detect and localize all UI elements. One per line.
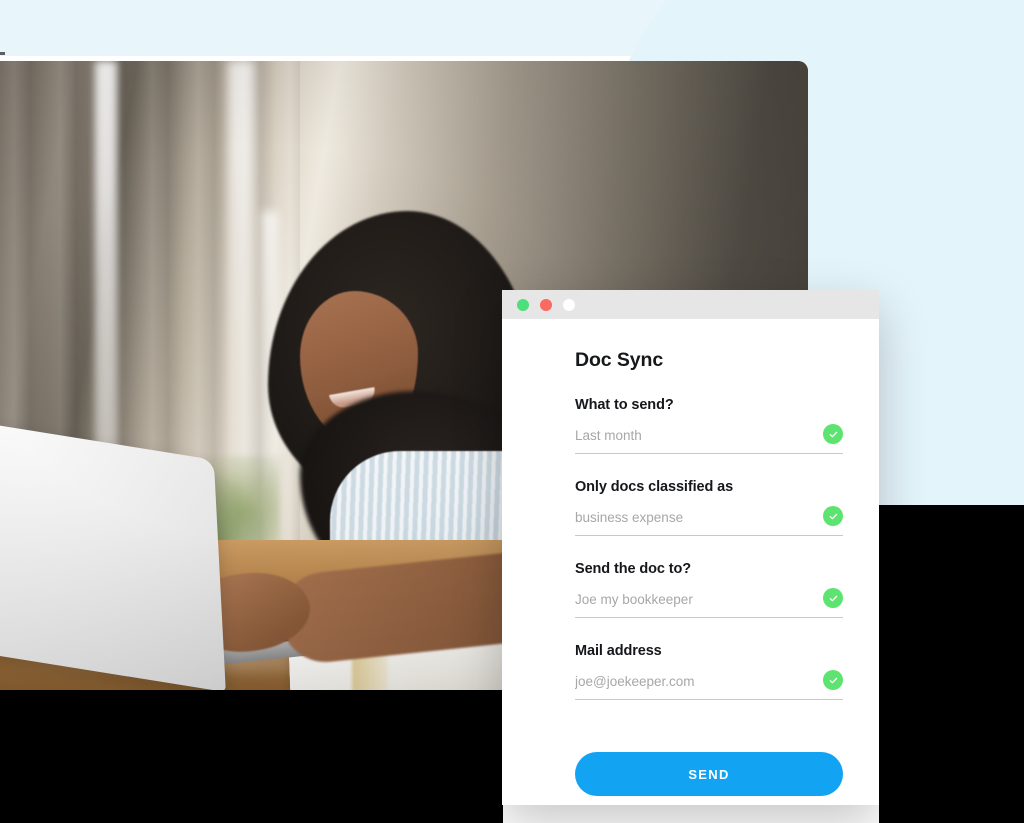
field-label: Only docs classified as: [575, 479, 734, 495]
window-titlebar: [502, 290, 879, 319]
field-send-doc-to: Send the doc to?: [575, 561, 843, 618]
minimize-dot[interactable]: [540, 298, 552, 311]
doc-sync-window: Doc Sync What to send? Only docs classif…: [502, 290, 879, 805]
field-label: Mail address: [575, 643, 662, 659]
field-row: [575, 506, 843, 536]
black-plate-bottom: [0, 690, 503, 823]
edge-notch: [0, 52, 5, 55]
check-icon: [823, 506, 843, 526]
field-what-to-send: What to send?: [575, 397, 843, 454]
check-icon: [823, 670, 843, 690]
classified-as-input[interactable]: [575, 509, 813, 525]
send-doc-to-input[interactable]: [575, 591, 813, 607]
field-classified-as: Only docs classified as: [575, 479, 843, 536]
field-row: [575, 670, 843, 700]
field-label: What to send?: [575, 397, 674, 413]
window-body: Doc Sync What to send? Only docs classif…: [502, 319, 879, 700]
field-row: [575, 588, 843, 618]
submit-area: SEND: [502, 725, 879, 796]
field-row: [575, 424, 843, 454]
send-button[interactable]: SEND: [575, 752, 843, 796]
check-icon: [823, 424, 843, 444]
field-label: Send the doc to?: [575, 561, 692, 577]
mail-address-input[interactable]: [575, 673, 813, 689]
screenshot-stage: Doc Sync What to send? Only docs classif…: [0, 0, 1024, 823]
maximize-dot[interactable]: [563, 298, 575, 311]
page-title: Doc Sync: [575, 349, 664, 371]
close-dot[interactable]: [517, 298, 529, 311]
what-to-send-input[interactable]: [575, 427, 813, 443]
field-mail-address: Mail address: [575, 643, 843, 700]
check-icon: [823, 588, 843, 608]
black-plate-right: [879, 505, 1024, 823]
